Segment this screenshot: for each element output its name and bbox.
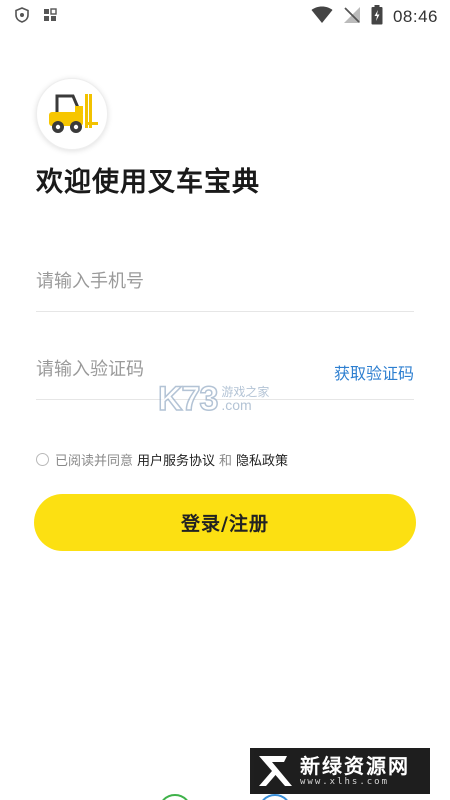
user-agreement-link[interactable]: 用户服务协议 [137, 450, 215, 469]
agreement-radio[interactable] [36, 453, 49, 466]
watermark-com-text: .com [221, 397, 252, 414]
watermark-bottom-cn: 新绿资源网 [300, 754, 410, 778]
agreement-conjunction: 和 [219, 454, 233, 469]
app-logo [36, 78, 108, 150]
shield-icon [14, 7, 30, 23]
get-code-button[interactable]: 获取验证码 [334, 360, 414, 384]
welcome-title: 欢迎使用叉车宝典 [36, 167, 260, 198]
battery-charging-icon [371, 5, 383, 29]
clock: 08:46 [392, 7, 438, 26]
wifi-icon [311, 6, 333, 28]
watermark-bottom-url: www.xlhs.com [300, 777, 390, 787]
status-bar: 08:46 [0, 0, 450, 32]
forklift-icon [49, 94, 98, 133]
login-register-button[interactable]: 登录/注册 [34, 494, 416, 551]
agreement-row: 已阅读并同意 用户服务协议 和 隐私政策 [36, 450, 292, 469]
k73-watermark: K73 游戏之家 .com [157, 379, 269, 419]
xlhs-logo-icon [259, 756, 292, 786]
blue-circle-icon[interactable] [258, 794, 292, 800]
xlhs-watermark: 新绿资源网 www.xlhs.com [250, 748, 430, 794]
privacy-policy-link[interactable]: 隐私政策 [236, 450, 288, 469]
watermark-k73-text: K73 [157, 379, 219, 419]
green-circle-icon[interactable] [158, 794, 192, 800]
grid-icon [42, 7, 58, 23]
agreement-prefix: 已阅读并同意 [55, 454, 134, 469]
phone-input[interactable] [36, 264, 316, 298]
phone-field [36, 252, 414, 312]
no-signal-icon [343, 6, 361, 28]
